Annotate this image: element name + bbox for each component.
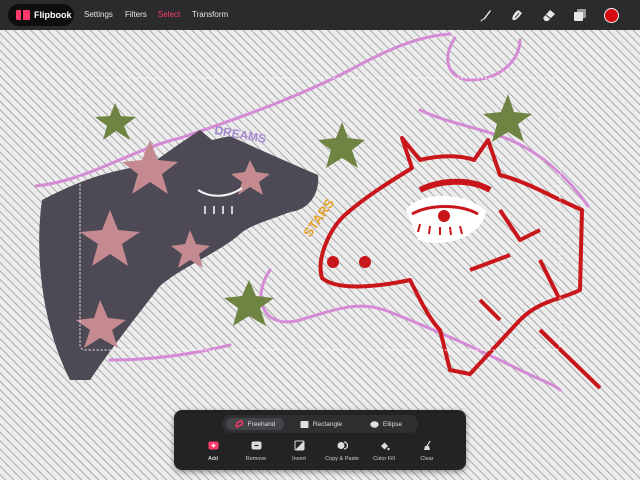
nostril-left [327,256,339,268]
selection-mode-switch: Freehand Rectangle Ellipse [222,415,418,433]
remove-label: Remove [245,456,267,462]
eraser-icon [543,10,555,21]
invert-label: Invert [292,456,306,462]
remove-selection-icon [251,441,261,450]
add-selection-icon [208,441,218,450]
menu-transform[interactable]: Transform [192,10,228,19]
rectangle-label: Rectangle [312,420,343,428]
app-name: Flipbook [34,10,72,20]
ellipse-icon [370,420,379,428]
flipbook-logo-icon [16,10,30,20]
freehand-mode-button[interactable]: Freehand [226,418,284,430]
lasso-icon [234,419,243,428]
ellipse-mode-button[interactable]: Ellipse [358,418,414,430]
copy-paste-button[interactable]: Copy & Paste [318,440,366,466]
layers-icon [574,9,586,21]
menu-select[interactable]: Select [158,10,180,19]
clear-icon [423,440,431,450]
smudge-tool-button[interactable] [509,7,525,23]
freehand-label: Freehand [247,420,276,428]
rectangle-mode-button[interactable]: Rectangle [292,418,350,430]
invert-button[interactable]: Invert [275,440,323,466]
smudge-icon [512,10,522,21]
remove-selection-button[interactable]: Remove [232,440,280,466]
menu-filters[interactable]: Filters [125,10,147,19]
top-toolbar: Flipbook Settings Filters Select Transfo… [0,0,640,30]
app-brand-button[interactable]: Flipbook [8,4,74,26]
menu-settings[interactable]: Settings [84,10,113,19]
color-picker-swatch[interactable] [604,8,619,23]
ellipse-label: Ellipse [382,420,403,428]
copy-paste-label: Copy & Paste [325,456,359,462]
red-eye-pupil [438,210,450,222]
nostril-right [359,256,371,268]
layers-tool-button[interactable] [572,7,588,23]
selection-toolbar: Freehand Rectangle Ellipse Add Remove In… [174,410,466,470]
color-fill-icon [380,442,390,451]
clear-button[interactable]: Clear [403,440,451,466]
rectangle-icon [300,420,309,428]
copy-paste-icon [337,441,348,450]
brush-icon [480,10,491,22]
add-label: Add [208,456,218,462]
add-selection-button[interactable]: Add [189,440,237,466]
brush-tool-button[interactable] [478,7,494,23]
color-fill-label: Color Fill [373,456,395,462]
eraser-tool-button[interactable] [541,7,557,23]
invert-icon [294,440,304,451]
color-fill-button[interactable]: Color Fill [360,440,408,466]
clear-label: Clear [420,456,434,462]
